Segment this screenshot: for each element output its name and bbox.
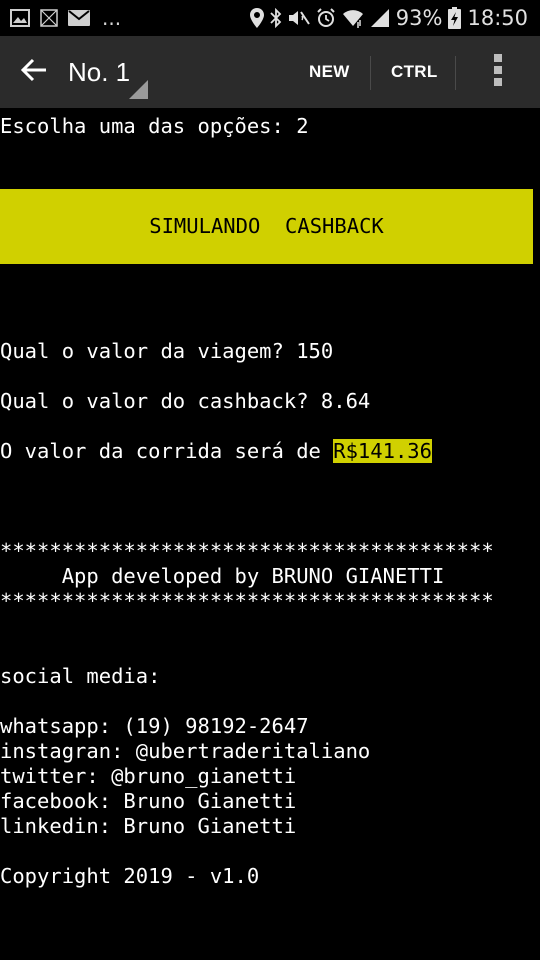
back-button[interactable] <box>12 52 56 92</box>
grid-notification-icon <box>40 9 58 27</box>
new-session-button[interactable]: NEW <box>309 60 350 84</box>
clock: 18:50 <box>467 6 528 30</box>
more-notifications-indicator: ... <box>102 6 122 30</box>
alarm-icon <box>316 8 336 28</box>
image-notification-icon <box>10 9 30 27</box>
terminal-screen[interactable]: Escolha uma das opções: 2 SIMULANDO CASH… <box>0 108 540 960</box>
more-vert-icon <box>494 54 502 90</box>
signal-icon <box>370 8 390 28</box>
status-bar: ... 93% 18:50 <box>0 0 540 36</box>
social-item-instagram: instagran: @ubertraderitaliano <box>0 739 371 763</box>
toolbar-divider <box>455 56 456 90</box>
separator-bottom: **************************************** <box>0 589 494 613</box>
toolbar-divider <box>370 56 371 90</box>
social-header: social media: <box>0 664 161 688</box>
banner-title: SIMULANDO CASHBACK <box>149 214 384 238</box>
social-item-whatsapp: whatsapp: (19) 98192-2647 <box>0 714 309 738</box>
session-title[interactable]: No. 1 <box>68 55 130 89</box>
battery-percent: 93% <box>395 6 443 30</box>
separator-top: **************************************** <box>0 539 494 563</box>
battery-charging-icon <box>448 7 462 29</box>
app-toolbar: No. 1 NEW CTRL <box>0 36 540 108</box>
mail-notification-icon <box>68 10 90 26</box>
social-item-linkedin: linkedin: Bruno Gianetti <box>0 814 297 838</box>
system-status: 93% 18:50 <box>249 4 528 32</box>
location-icon <box>249 8 264 28</box>
title-banner: SIMULANDO CASHBACK <box>0 189 533 264</box>
bluetooth-icon <box>270 8 282 28</box>
result-label: O valor da corrida será de <box>0 439 334 463</box>
copyright-line: Copyright 2019 - v1.0 <box>0 864 260 888</box>
ctrl-key-button[interactable]: CTRL <box>391 60 438 84</box>
cashback-value-line: Qual o valor do cashback? 8.64 <box>0 389 371 413</box>
menu-choice-line: Escolha uma das opções: 2 <box>0 114 309 138</box>
arrow-back-icon <box>20 57 48 87</box>
wifi-icon <box>342 8 364 28</box>
session-dropdown-indicator[interactable] <box>129 80 148 99</box>
result-value: R$141.36 <box>333 439 432 463</box>
social-item-twitter: twitter: @bruno_gianetti <box>0 764 297 788</box>
mute-icon <box>288 8 310 28</box>
overflow-menu-button[interactable] <box>482 52 514 92</box>
notification-icons: ... <box>10 6 121 30</box>
credit-line: App developed by BRUNO GIANETTI <box>0 564 445 588</box>
result-line: O valor da corrida será de R$141.36 <box>0 438 432 464</box>
trip-value-line: Qual o valor da viagem? 150 <box>0 339 334 363</box>
social-item-facebook: facebook: Bruno Gianetti <box>0 789 297 813</box>
